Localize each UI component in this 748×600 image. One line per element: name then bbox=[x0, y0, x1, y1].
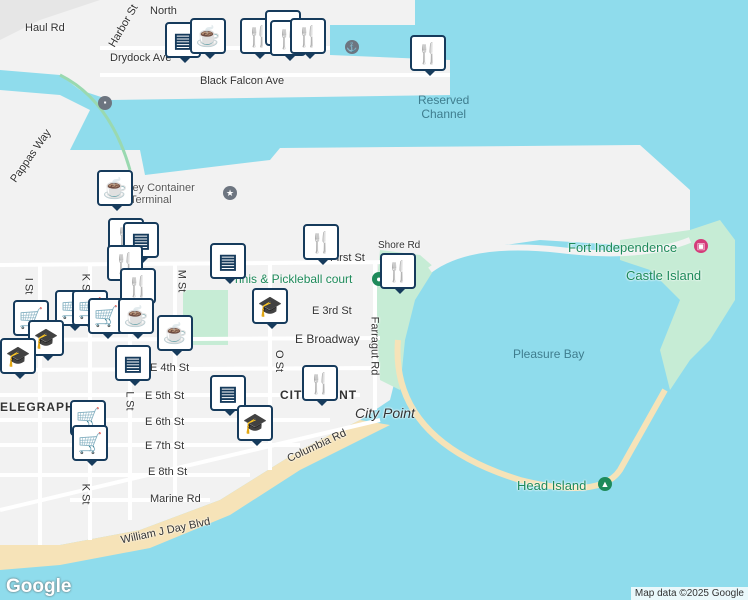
street-label-e-broadway: E Broadway bbox=[295, 332, 360, 346]
place-label-pleasure-bay: Pleasure Bay bbox=[513, 347, 585, 361]
street-label-marine-rd: Marine Rd bbox=[150, 493, 201, 505]
street-label-haul-rd: Haul Rd bbox=[25, 22, 65, 34]
place-label-castle-island: Castle Island bbox=[626, 268, 702, 283]
street-label-e-6th-st: E 6th St bbox=[145, 416, 185, 428]
street-label-i-st: I St bbox=[22, 277, 35, 295]
place-label-container-terminal: ley Container Terminal bbox=[130, 182, 195, 206]
street-label-north: North bbox=[150, 5, 177, 17]
tree-icon[interactable]: ▲ bbox=[598, 477, 612, 491]
street-label-black-falcon-ave: Black Falcon Ave bbox=[200, 75, 285, 87]
street-label-e-7th-st: E 7th St bbox=[145, 440, 185, 452]
street-label-e-4th-st: E 4th St bbox=[150, 362, 190, 374]
place-label-tennis-court: nnis & Pickleball court bbox=[235, 272, 353, 286]
place-label-fort-independence: Fort Independence bbox=[568, 240, 678, 255]
shopping-bag-icon[interactable]: ▤ bbox=[115, 345, 151, 386]
port-icon[interactable]: ⚓ bbox=[345, 40, 359, 54]
street-label-shore-rd: Shore Rd bbox=[378, 240, 421, 251]
street-label-m-st: M St bbox=[175, 269, 188, 293]
building-icon[interactable]: ▪ bbox=[98, 96, 112, 110]
fork-knife-icon[interactable]: 🍴 bbox=[410, 35, 446, 76]
fork-knife-icon[interactable]: 🍴 bbox=[380, 253, 416, 294]
street-label-e-5th-st: E 5th St bbox=[145, 390, 185, 402]
graduation-cap-icon[interactable]: 🎓 bbox=[252, 288, 288, 329]
place-label-head-island: Head Island bbox=[517, 478, 587, 493]
fork-knife-icon[interactable]: 🍴 bbox=[303, 224, 339, 265]
google-logo: Google bbox=[6, 576, 72, 597]
fork-knife-icon[interactable]: 🍴 bbox=[302, 365, 338, 406]
coffee-cup-icon[interactable]: ☕ bbox=[157, 315, 193, 356]
street-label-l-st: L St bbox=[123, 391, 136, 411]
coffee-cup-icon[interactable]: ☕ bbox=[190, 18, 226, 59]
place-label-telegraph: ELEGRAPH bbox=[0, 400, 75, 414]
street-label-farragut-rd: Farragut Rd bbox=[368, 316, 381, 376]
street-label-o-st: O St bbox=[273, 349, 286, 373]
coffee-cup-icon[interactable]: ☕ bbox=[97, 170, 133, 211]
museum-icon[interactable]: ▣ bbox=[694, 239, 708, 253]
place-label-city-point: City Point bbox=[355, 405, 415, 421]
place-label-reserved-channel: Reserved Channel bbox=[418, 93, 470, 121]
map-attribution[interactable]: Map data ©2025 Google bbox=[630, 587, 748, 600]
shopping-cart-icon[interactable]: 🛒 bbox=[72, 425, 108, 466]
street-label-e-8th-st: E 8th St bbox=[148, 466, 188, 478]
shopping-bag-icon[interactable]: ▤ bbox=[210, 243, 246, 284]
coffee-cup-icon[interactable]: ☕ bbox=[118, 298, 154, 339]
street-label-e-3rd-st: E 3rd St bbox=[312, 305, 352, 317]
street-label-k-st-south: K St bbox=[79, 483, 92, 505]
map-canvas[interactable]: Haul Rd Harbor St North Drydock Ave Blac… bbox=[0, 0, 748, 600]
landmark-icon[interactable]: ★ bbox=[223, 186, 237, 200]
street-label-drydock-ave: Drydock Ave bbox=[110, 52, 172, 64]
graduation-cap-icon[interactable]: 🎓 bbox=[0, 338, 36, 379]
graduation-cap-icon[interactable]: 🎓 bbox=[237, 405, 273, 446]
fork-knife-icon[interactable]: 🍴 bbox=[290, 18, 326, 59]
